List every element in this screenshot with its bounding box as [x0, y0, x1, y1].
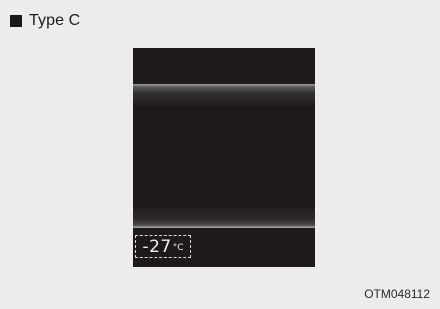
display-bottom-band: [133, 208, 315, 228]
temperature-value: -27: [142, 236, 172, 257]
black-square-icon: [10, 15, 22, 27]
cluster-display: -27 °C: [133, 48, 315, 267]
section-title: Type C: [29, 12, 81, 29]
figure-code: OTM048112: [364, 287, 430, 301]
outside-temperature-readout: -27 °C: [135, 235, 191, 258]
temperature-unit: °C: [172, 243, 184, 253]
section-header: Type C: [10, 10, 80, 32]
display-top-band: [133, 84, 315, 106]
